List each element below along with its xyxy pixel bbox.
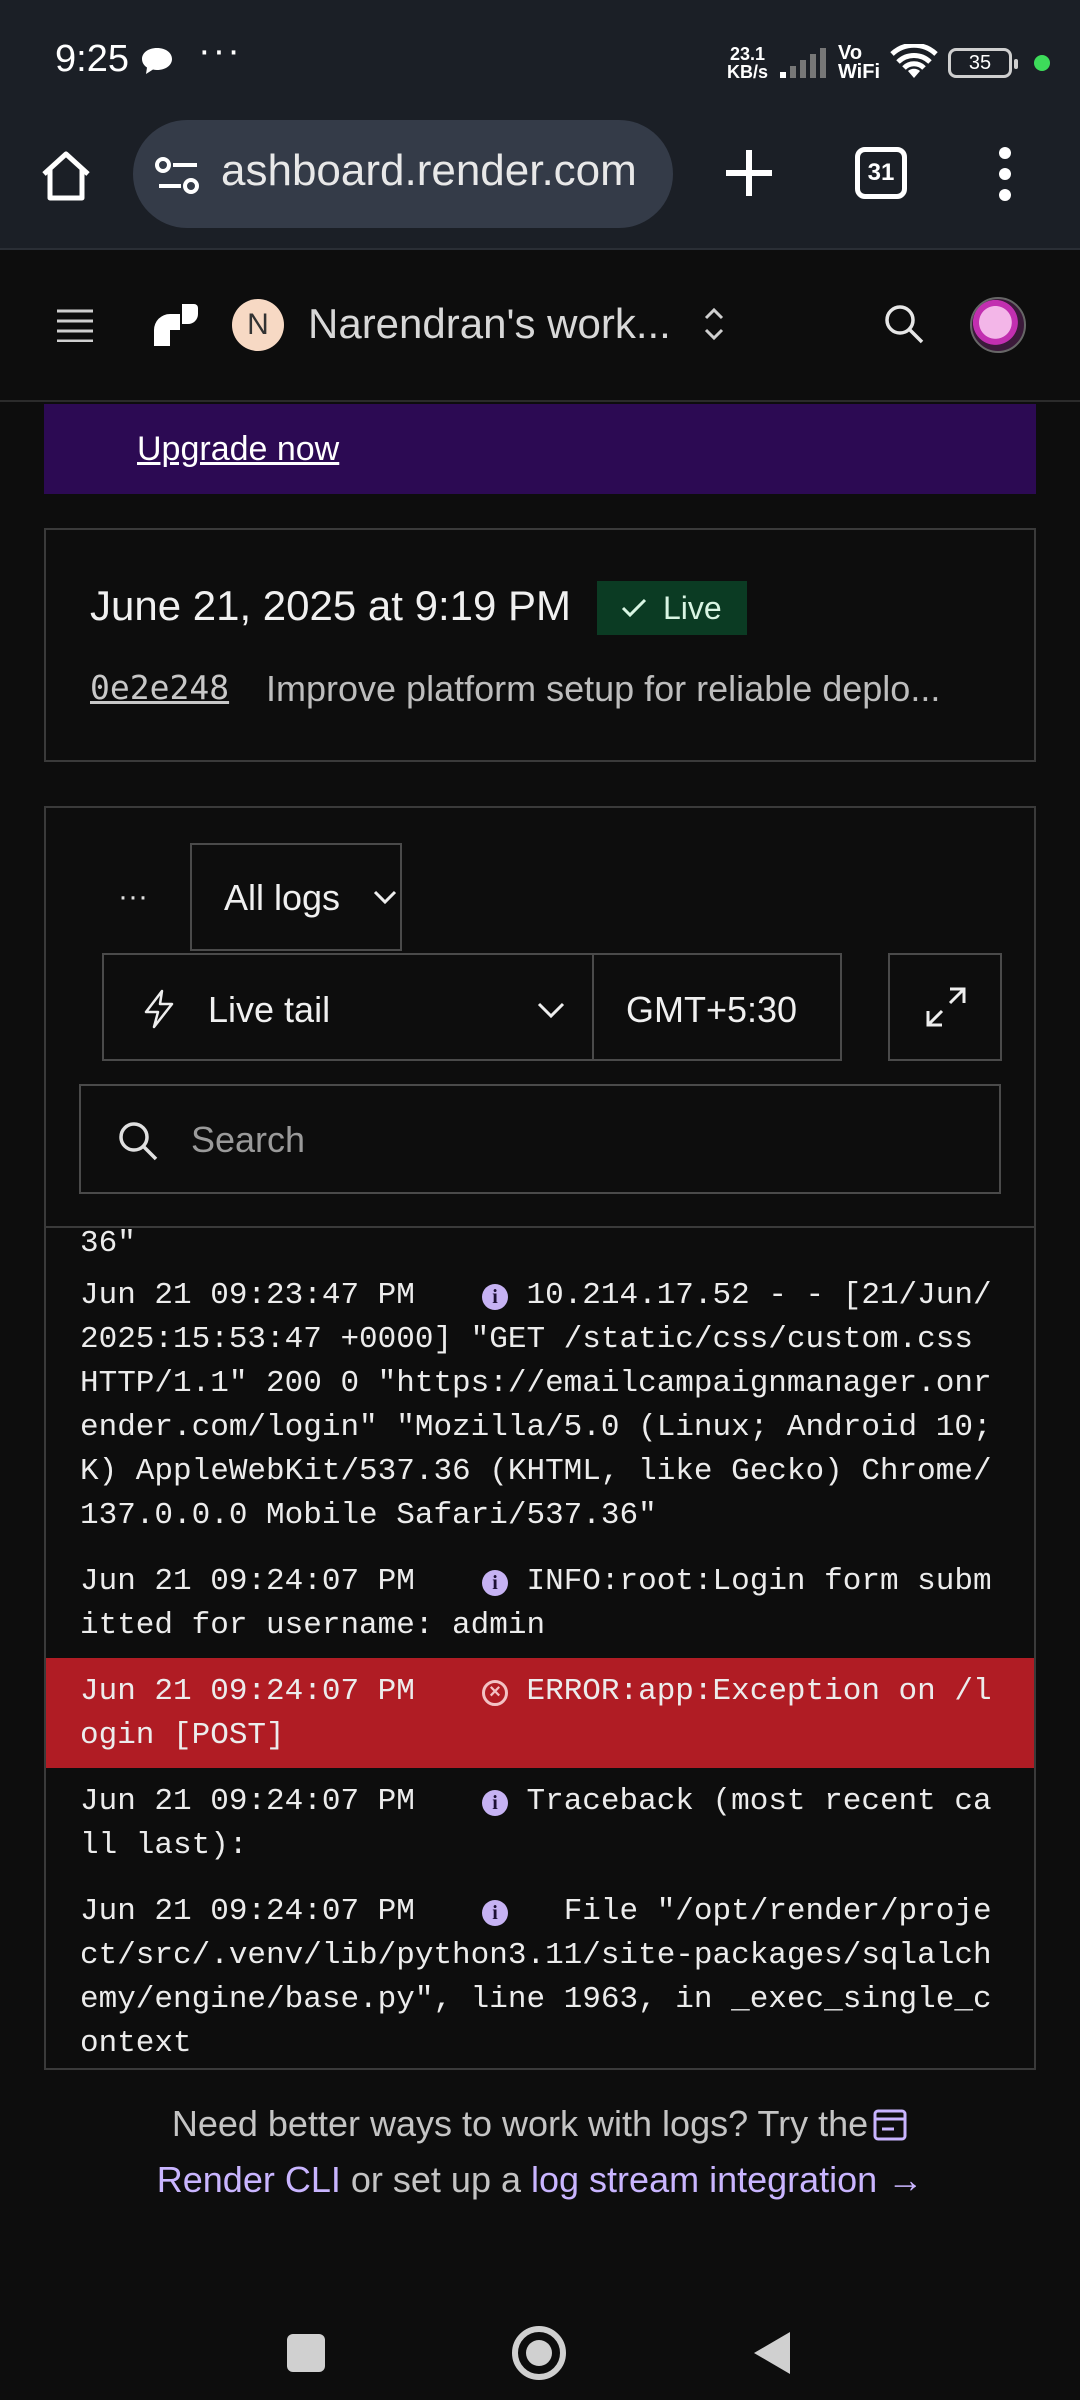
commit-hash-link[interactable]: 0e2e248 <box>90 668 229 707</box>
log-fragment: 36" <box>80 1226 136 1261</box>
back-button-icon[interactable] <box>752 2330 792 2376</box>
log-timestamp: Jun 21 09:24:07 PM <box>80 1894 415 1929</box>
log-stream-integration-link[interactable]: log stream integration <box>531 2159 877 2200</box>
browser-menu-icon[interactable] <box>998 146 1012 202</box>
workspace-switcher-icon[interactable] <box>700 304 728 344</box>
info-icon: i <box>482 1570 508 1596</box>
system-navigation-bar <box>0 2290 1080 2400</box>
search-icon <box>119 1122 158 1161</box>
address-bar[interactable]: ashboard.render.com <box>133 120 673 228</box>
info-icon: i <box>482 1900 508 1926</box>
live-tail-dropdown[interactable]: Live tail <box>102 953 594 1061</box>
more-notifications-icon: ··· <box>198 30 242 72</box>
log-lines: 36" i Jun 21 09:23:47 PM 10.214.17.52 - … <box>46 1226 1034 2068</box>
battery-indicator: 35 <box>948 48 1018 78</box>
log-line[interactable]: i Jun 21 09:24:07 PM Traceback (most rec… <box>46 1768 1034 1878</box>
network-speed: 23.1 KB/s <box>726 44 768 82</box>
timezone-selector[interactable]: GMT+5:30 <box>592 953 842 1061</box>
log-message: 10.214.17.52 - - [21/Jun/2025:15:53:47 +… <box>80 1278 1011 1533</box>
privacy-indicator-dot <box>1034 55 1050 71</box>
status-indicators: 23.1 KB/s Vo WiFi 35 <box>727 38 1050 88</box>
log-line[interactable]: i Jun 21 09:24:07 PM File "/opt/render/p… <box>46 1878 1034 2068</box>
workspace-name[interactable]: Narendran's work... <box>308 300 671 348</box>
wifi-icon <box>890 44 938 78</box>
recents-button[interactable] <box>287 2334 325 2372</box>
info-icon: i <box>482 1790 508 1816</box>
tab-switcher-button[interactable]: 31 <box>855 147 907 199</box>
chevron-down-icon <box>373 890 397 905</box>
log-search-input[interactable] <box>191 1114 971 1166</box>
workspace-avatar[interactable]: N <box>232 299 284 351</box>
error-icon: × <box>482 1680 508 1706</box>
info-icon: i <box>482 1284 508 1310</box>
status-bar: 9:25 ··· 23.1 KB/s Vo WiFi 35 <box>0 0 1080 120</box>
chat-notification-icon <box>142 48 172 74</box>
hamburger-menu-icon[interactable] <box>55 308 95 342</box>
upgrade-banner: Upgrade now <box>44 404 1036 494</box>
more-options-button[interactable]: ··· <box>118 880 148 914</box>
log-timestamp: Jun 21 09:24:07 PM <box>80 1784 415 1819</box>
expand-icon <box>926 987 966 1027</box>
home-icon[interactable] <box>36 146 96 206</box>
log-timestamp: Jun 21 09:23:47 PM <box>80 1278 415 1313</box>
log-filter-dropdown[interactable]: All logs <box>190 843 402 951</box>
deploy-date: June 21, 2025 at 9:19 PM <box>90 582 572 629</box>
new-tab-icon[interactable] <box>718 142 780 204</box>
commit-message: Improve platform setup for reliable depl… <box>266 668 941 709</box>
log-timestamp: Jun 21 09:24:07 PM <box>80 1564 415 1599</box>
site-settings-icon[interactable] <box>155 156 201 196</box>
upgrade-now-link[interactable]: Upgrade now <box>137 430 339 469</box>
vowifi-indicator: Vo WiFi <box>837 42 880 83</box>
arrow-right-icon: → <box>887 2159 924 2200</box>
signal-icon <box>779 48 826 78</box>
log-search-box[interactable] <box>79 1084 1001 1194</box>
log-line-error[interactable]: × Jun 21 09:24:07 PM ERROR:app:Exception… <box>46 1658 1034 1768</box>
render-logo-icon[interactable] <box>150 300 200 350</box>
expand-fullscreen-button[interactable] <box>888 953 1002 1061</box>
user-avatar[interactable] <box>970 297 1026 353</box>
lightning-icon <box>144 989 174 1029</box>
log-line[interactable]: i Jun 21 09:23:47 PM 10.214.17.52 - - [2… <box>46 1262 1034 1548</box>
chevron-down-icon <box>537 1002 565 1019</box>
terminal-window-icon <box>873 2109 907 2141</box>
render-cli-link[interactable]: Render CLI <box>157 2159 341 2200</box>
app-header: N Narendran's work... <box>0 252 1080 402</box>
log-timestamp: Jun 21 09:24:07 PM <box>80 1674 415 1709</box>
status-time: 9:25 <box>55 38 129 80</box>
log-help-text: Need better ways to work with logs? Try … <box>156 2103 924 2200</box>
search-icon[interactable] <box>882 302 926 346</box>
live-status-badge: Live <box>597 581 747 635</box>
log-line[interactable]: i Jun 21 09:24:07 PM INFO:root:Login for… <box>46 1548 1034 1658</box>
logs-panel: ··· All logs Live tail GMT+5:30 36" i Ju… <box>44 806 1036 2070</box>
home-button[interactable] <box>512 2326 566 2380</box>
url-text[interactable]: ashboard.render.com <box>221 146 651 196</box>
check-icon <box>621 598 647 618</box>
browser-toolbar: ashboard.render.com 31 <box>0 120 1080 250</box>
deploy-card: June 21, 2025 at 9:19 PM Live 0e2e248 Im… <box>44 528 1036 762</box>
